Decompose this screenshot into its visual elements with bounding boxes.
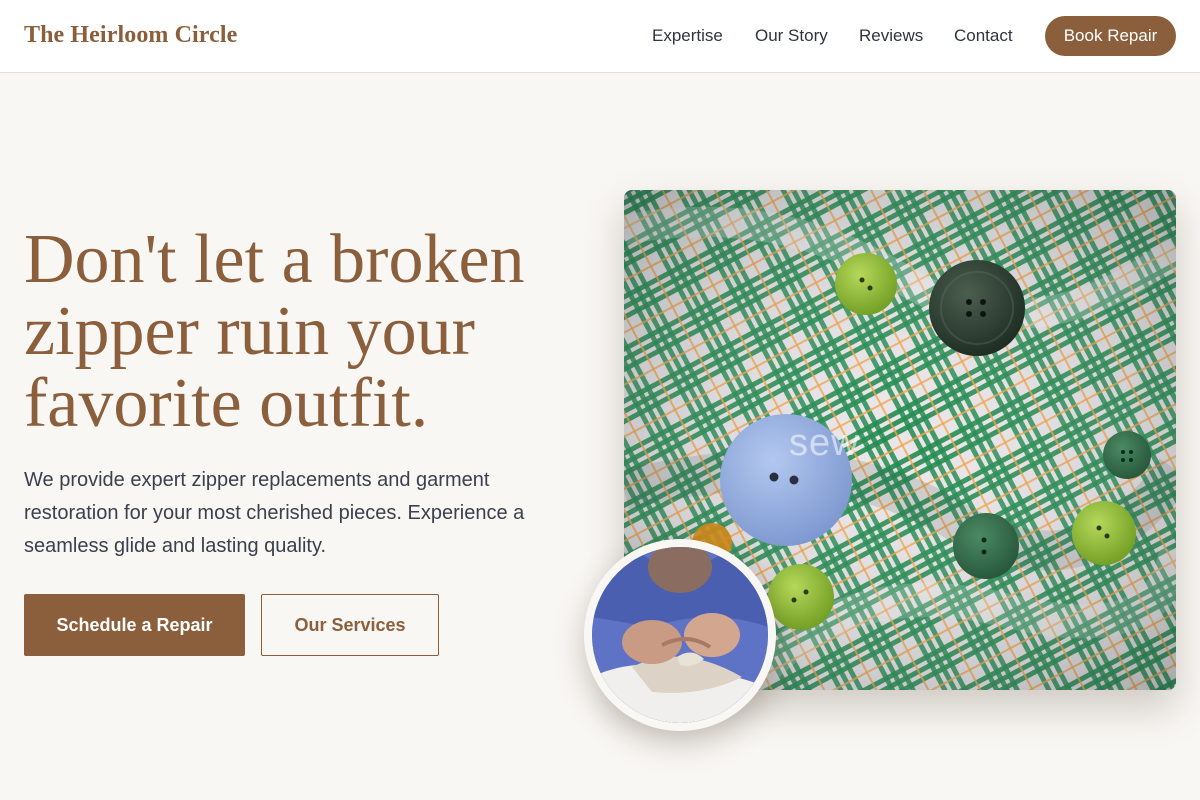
hero-description: We provide expert zipper replacements an… (24, 469, 525, 557)
nav-reviews[interactable]: Reviews (859, 26, 923, 46)
image-watermark: sew (789, 422, 860, 464)
hero-title: Don't let a broken zipper ruin your favo… (24, 221, 525, 442)
nav-our-story[interactable]: Our Story (755, 26, 828, 46)
our-services-button[interactable]: Our Services (261, 594, 439, 656)
book-repair-button[interactable]: Book Repair (1045, 16, 1176, 56)
nav-contact[interactable]: Contact (954, 26, 1013, 46)
site-header: The Heirloom Circle Expertise Our Story … (0, 0, 1200, 73)
schedule-repair-button[interactable]: Schedule a Repair (24, 594, 245, 656)
nav-expertise[interactable]: Expertise (652, 26, 723, 46)
tailor-photo-inset (584, 539, 776, 731)
brand-logo[interactable]: The Heirloom Circle (24, 22, 237, 49)
tailor-hands-image (592, 547, 768, 723)
